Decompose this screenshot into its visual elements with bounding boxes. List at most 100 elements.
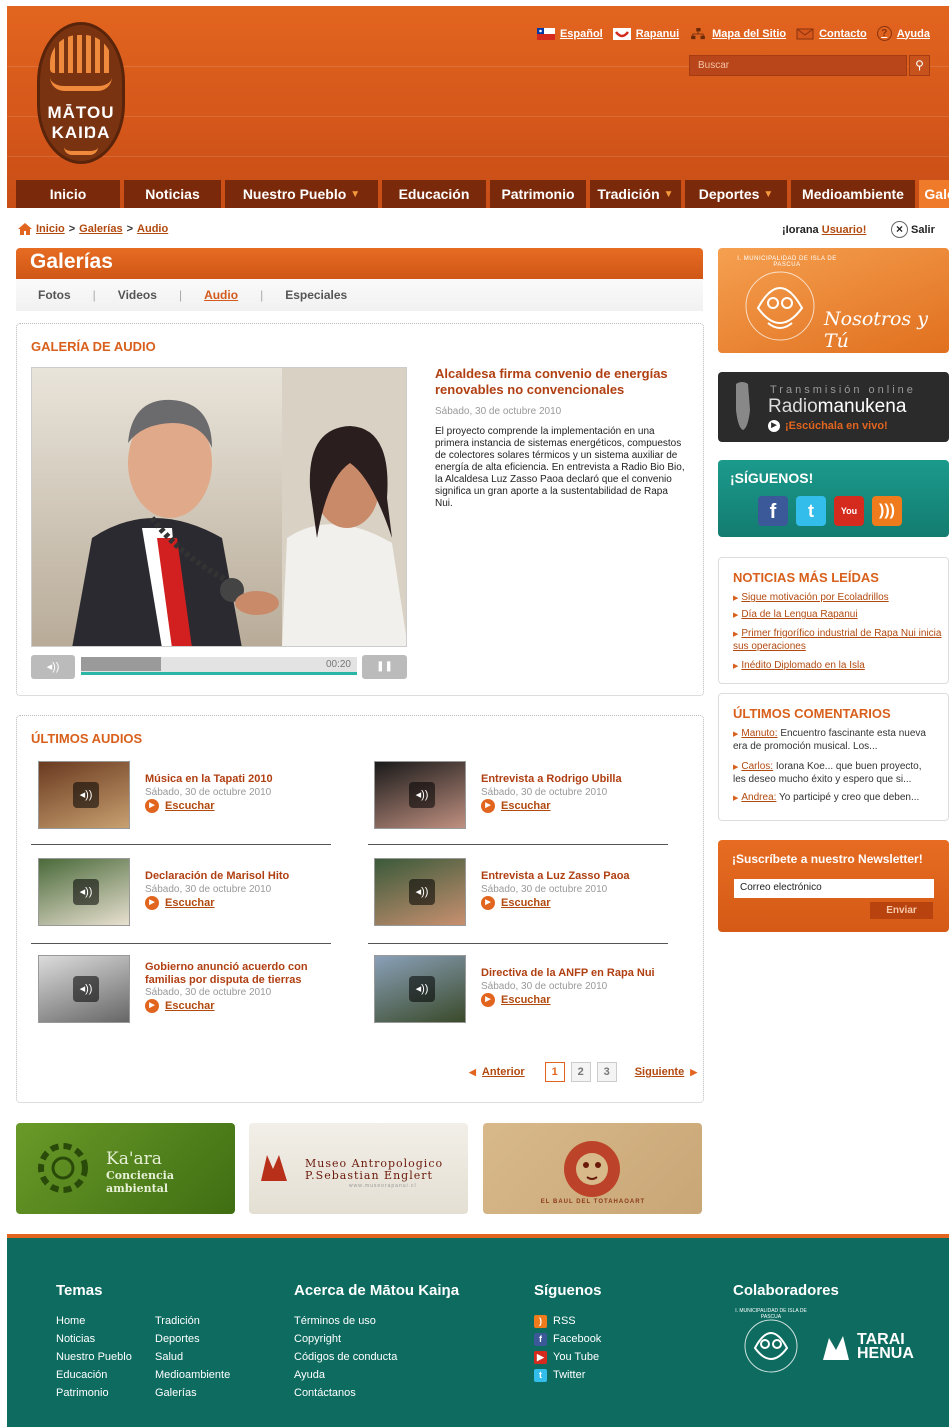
subnav-especiales[interactable]: Especiales	[285, 288, 347, 302]
nav-item-nuestro-pueblo[interactable]: Nuestro Pueblo ▼	[225, 180, 378, 208]
logout-button[interactable]: × Salir	[891, 221, 935, 238]
breadcrumb-audio-link[interactable]: Audio	[137, 223, 168, 235]
nav-item-medioambiente[interactable]: Medioambiente	[791, 180, 915, 208]
comment-author-link[interactable]: Carlos:	[741, 761, 773, 772]
most-read-link[interactable]: Primer frigorífico industrial de Rapa Nu…	[733, 628, 941, 652]
footer-temas-link[interactable]: Nuestro Pueblo	[56, 1348, 132, 1366]
rss-icon[interactable]: )))	[872, 496, 902, 526]
footer-about-link[interactable]: Códigos de conducta	[294, 1348, 397, 1366]
audio-thumbnail[interactable]: ◂))	[38, 955, 130, 1023]
most-read-link[interactable]: Sigue motivación por Ecoladrillos	[741, 592, 888, 603]
audio-thumbnail[interactable]: ◂))	[38, 761, 130, 829]
page-1[interactable]: 1	[544, 1062, 565, 1082]
nav-item-inicio[interactable]: Inicio	[16, 180, 120, 208]
museo-banner[interactable]: Museo Antropologico P.Sebastian Englert …	[249, 1123, 468, 1214]
twitter-icon[interactable]: t	[796, 496, 826, 526]
nav-item-galerías[interactable]: Galerías▼	[919, 180, 949, 208]
footer-temas-link[interactable]: Noticias	[56, 1330, 132, 1348]
search-input[interactable]: Buscar	[689, 55, 907, 76]
nav-item-noticias[interactable]: Noticias	[124, 180, 221, 208]
audio-title[interactable]: Entrevista a Rodrigo Ubilla	[481, 773, 671, 786]
subnav-fotos[interactable]: Fotos	[38, 288, 71, 302]
footer-about-link[interactable]: Ayuda	[294, 1366, 397, 1384]
audio-title[interactable]: Gobierno anunció acuerdo con familias po…	[145, 961, 335, 987]
subnav-videos[interactable]: Videos	[118, 288, 157, 302]
audio-thumbnail[interactable]: ◂))	[374, 858, 466, 926]
footer-temas-link[interactable]: Educación	[56, 1366, 132, 1384]
audio-title[interactable]: Música en la Tapati 2010	[145, 773, 335, 786]
volume-button[interactable]: ◂))	[31, 655, 75, 679]
radio-live-link[interactable]: ▶ ¡Escúchala en vivo!	[768, 420, 888, 432]
listen-label[interactable]: Escuchar	[501, 994, 551, 1006]
nav-item-patrimonio[interactable]: Patrimonio	[490, 180, 586, 208]
audio-thumbnail[interactable]: ◂))	[374, 761, 466, 829]
baul-banner[interactable]: EL BAUL DEL TOTAHAOART	[483, 1123, 702, 1214]
listen-link[interactable]: ▶ Escuchar	[481, 896, 551, 910]
listen-link[interactable]: ▶ Escuchar	[145, 799, 215, 813]
youtube-icon[interactable]: You	[834, 496, 864, 526]
footer-about-link[interactable]: Contáctanos	[294, 1384, 397, 1402]
listen-label[interactable]: Escuchar	[165, 800, 215, 812]
footer-about-link[interactable]: Términos de uso	[294, 1312, 397, 1330]
most-read-item[interactable]: ▶ Primer frigorífico industrial de Rapa N…	[733, 628, 947, 653]
contact-link[interactable]: Contacto	[796, 28, 867, 40]
footer-temas-link[interactable]: Medioambiente	[155, 1366, 230, 1384]
lang-rapanui-link[interactable]: Rapanui	[612, 27, 679, 40]
newsletter-submit-button[interactable]: Enviar	[870, 902, 933, 919]
audio-thumbnail[interactable]: ◂))	[38, 858, 130, 926]
footer-temas-link[interactable]: Home	[56, 1312, 132, 1330]
most-read-item[interactable]: ▶ Inédito Diplomado en la Isla	[733, 660, 947, 673]
user-profile-link[interactable]: Usuario!	[822, 224, 867, 236]
audio-title[interactable]: Directiva de la ANFP en Rapa Nui	[481, 967, 671, 980]
page-2[interactable]: 2	[570, 1062, 591, 1082]
listen-label[interactable]: Escuchar	[165, 1000, 215, 1012]
sitemap-link[interactable]: Mapa del Sitio	[689, 27, 786, 40]
listen-link[interactable]: ▶ Escuchar	[145, 999, 215, 1013]
featured-audio-title[interactable]: Alcaldesa firma convenio de energías ren…	[435, 366, 691, 398]
footer-facebook-link[interactable]: f Facebook	[534, 1330, 601, 1348]
home-icon[interactable]	[18, 223, 32, 235]
most-read-item[interactable]: ▶ Sigue motivación por Ecoladrillos	[733, 592, 947, 605]
footer-rss-link[interactable]: ) RSS	[534, 1312, 601, 1330]
most-read-link[interactable]: Inédito Diplomado en la Isla	[741, 660, 864, 671]
audio-thumbnail[interactable]: ◂))	[374, 955, 466, 1023]
municipalidad-banner[interactable]: I. MUNICIPALIDAD DE ISLA DE PASCUA Nosot…	[718, 248, 949, 353]
page-3[interactable]: 3	[596, 1062, 617, 1082]
listen-link[interactable]: ▶ Escuchar	[481, 993, 551, 1007]
kaara-banner[interactable]: Ka'ara Conciencia ambiental	[16, 1123, 235, 1214]
audio-title[interactable]: Entrevista a Luz Zasso Paoa	[481, 870, 671, 883]
radio-manukena-banner[interactable]: Transmisión online Radiomanukena ▶ ¡Escú…	[718, 372, 949, 442]
footer-temas-link[interactable]: Galerías	[155, 1384, 230, 1402]
comment-author-link[interactable]: Andrea:	[741, 792, 776, 803]
tarai-henua-logo[interactable]: TARAI HENUA	[819, 1330, 914, 1364]
listen-link[interactable]: ▶ Escuchar	[481, 799, 551, 813]
lang-espanol-link[interactable]: Español	[536, 27, 603, 40]
most-read-item[interactable]: ▶ Día de la Lengua Rapanui	[733, 609, 947, 622]
listen-label[interactable]: Escuchar	[501, 897, 551, 909]
most-read-link[interactable]: Día de la Lengua Rapanui	[741, 609, 857, 620]
pause-button[interactable]: ❚❚	[362, 655, 407, 679]
footer-temas-link[interactable]: Salud	[155, 1348, 230, 1366]
pagination-prev[interactable]: Anterior	[482, 1066, 525, 1078]
footer-temas-link[interactable]: Tradición	[155, 1312, 230, 1330]
footer-temas-link[interactable]: Patrimonio	[56, 1384, 132, 1402]
featured-audio-photo[interactable]	[31, 367, 407, 647]
footer-temas-link[interactable]: Deportes	[155, 1330, 230, 1348]
listen-label[interactable]: Escuchar	[165, 897, 215, 909]
facebook-icon[interactable]: f	[758, 496, 788, 526]
audio-title[interactable]: Declaración de Marisol Hito	[145, 870, 335, 883]
site-logo[interactable]: MĀTOU KAIŊA	[37, 22, 125, 164]
nav-item-deportes[interactable]: Deportes ▼	[685, 180, 787, 208]
listen-link[interactable]: ▶ Escuchar	[145, 896, 215, 910]
progress-track[interactable]: 00:20	[81, 657, 357, 675]
footer-youtube-link[interactable]: ▶ You Tube	[534, 1348, 601, 1366]
footer-about-link[interactable]: Copyright	[294, 1330, 397, 1348]
breadcrumb-galerias-link[interactable]: Galerías	[79, 223, 122, 235]
nav-item-tradición[interactable]: Tradición ▼	[590, 180, 681, 208]
search-button[interactable]: ⚲	[909, 55, 930, 76]
newsletter-email-input[interactable]: Correo electrónico	[734, 879, 934, 898]
help-link[interactable]: ? Ayuda	[876, 26, 930, 41]
subnav-audio[interactable]: Audio	[204, 288, 238, 302]
listen-label[interactable]: Escuchar	[501, 800, 551, 812]
breadcrumb-home-link[interactable]: Inicio	[36, 223, 65, 235]
